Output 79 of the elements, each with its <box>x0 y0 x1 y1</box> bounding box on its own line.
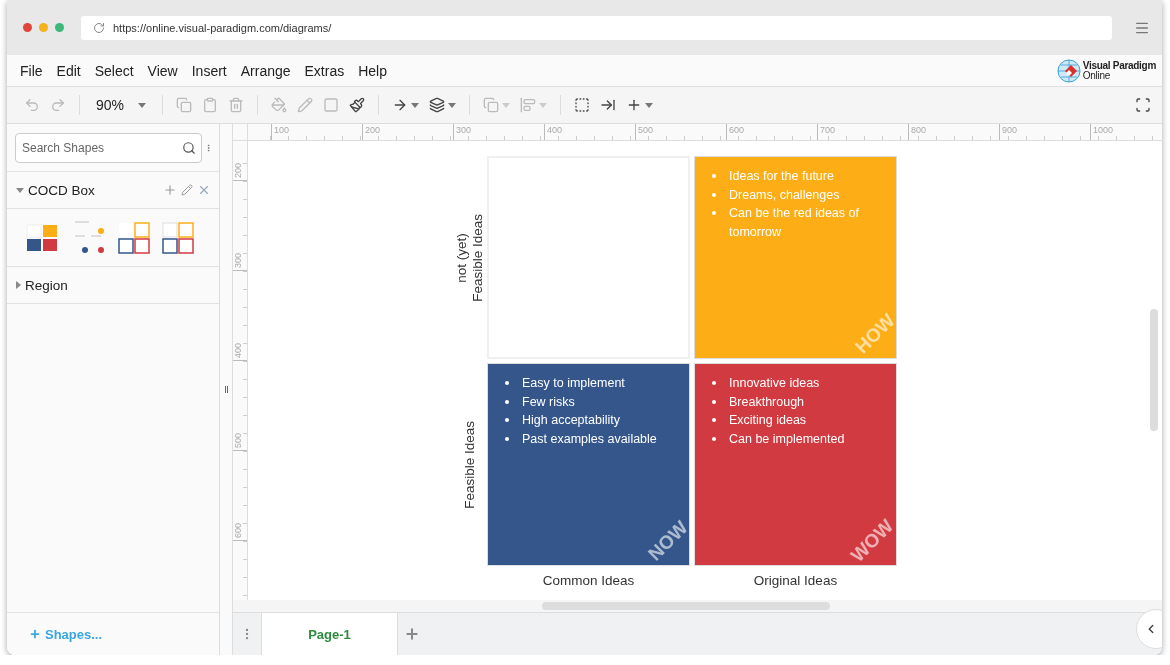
delete-icon <box>228 97 245 113</box>
ruler-number: 300 <box>456 124 472 137</box>
address-bar[interactable]: https://online.visual-paradigm.com/diagrams/ <box>81 15 1112 40</box>
fullscreen-icon <box>1135 97 1151 113</box>
vertical-scrollbar[interactable] <box>1150 309 1158 431</box>
edit-icon[interactable] <box>181 184 193 196</box>
plus-icon <box>404 626 420 642</box>
maximize-dot-icon[interactable] <box>55 23 64 32</box>
search-field[interactable]: Search Shapes <box>15 132 202 163</box>
plus-icon <box>29 628 41 640</box>
row-label: Feasible Ideas <box>462 420 478 509</box>
menu-item[interactable]: Help <box>351 62 394 79</box>
menu-item[interactable]: Edit <box>49 62 88 79</box>
menu-item[interactable]: Insert <box>184 62 234 79</box>
ruler-number: 700 <box>820 124 836 137</box>
copy-icon <box>176 97 193 113</box>
horizontal-scrollbar[interactable] <box>542 602 830 610</box>
expanded-triangle-icon[interactable] <box>16 187 24 193</box>
bullet-item: Can be implemented <box>707 429 886 448</box>
line-color-icon <box>297 97 314 113</box>
bullet-item: Breakthrough <box>707 392 886 411</box>
ruler-number: 200 <box>365 124 381 137</box>
reload-icon[interactable] <box>93 21 105 34</box>
url-text: https://online.visual-paradigm.com/diagrams/ <box>113 21 332 34</box>
close-icon[interactable] <box>197 183 211 197</box>
section-title[interactable]: COCD Box <box>28 182 159 198</box>
fill-color-icon <box>271 97 288 113</box>
zoom-dropdown[interactable]: 90% <box>90 97 153 113</box>
bullet-item: Ideas for the future <box>707 167 886 186</box>
ruler-number: 900 <box>1002 124 1018 137</box>
bullet-item: Easy to implement <box>500 374 679 393</box>
shape-thumbnail[interactable] <box>117 220 151 255</box>
menu-item[interactable]: View <box>140 62 185 79</box>
splitter-handle-icon[interactable] <box>224 386 228 393</box>
shape-thumbnail[interactable] <box>161 220 195 255</box>
shadow-icon <box>323 97 340 113</box>
shape-thumbnail[interactable] <box>25 222 59 253</box>
arrange-icon <box>483 97 500 113</box>
undo-icon <box>24 97 40 113</box>
ruler-number: 400 <box>547 124 563 137</box>
format-brush-icon <box>349 97 366 113</box>
bullet-item: Past examples available <box>500 429 679 448</box>
bullet-item: Few risks <box>500 392 679 411</box>
ruler-number: 600 <box>233 522 243 538</box>
ruler-number: 500 <box>638 124 654 137</box>
align-icon <box>520 97 537 113</box>
ruler-number: 800 <box>911 124 927 137</box>
select-all-icon <box>574 97 591 113</box>
row-label: not (yet) Feasible Ideas <box>454 213 486 302</box>
column-label: Original Ideas <box>752 572 839 590</box>
ruler-number: 300 <box>233 252 243 268</box>
bullet-item: Can be the red ideas of tomorrow <box>707 204 886 241</box>
ruler-number: 600 <box>729 124 745 137</box>
menu-item[interactable]: Arrange <box>233 62 298 79</box>
ruler-number: 1000 <box>1093 124 1114 137</box>
close-dot-icon[interactable] <box>23 23 32 32</box>
menu-item[interactable]: File <box>13 62 50 79</box>
collapsed-triangle-icon[interactable] <box>16 281 21 289</box>
minimize-dot-icon[interactable] <box>39 23 48 32</box>
bullet-item: Dreams, challenges <box>707 185 886 204</box>
add-icon[interactable] <box>163 183 177 197</box>
bullet-item: Exciting ideas <box>707 411 886 430</box>
ruler-number: 200 <box>233 162 243 178</box>
menu-item[interactable]: Extras <box>297 62 352 79</box>
ruler-number: 500 <box>233 432 243 448</box>
section-title[interactable]: Region <box>25 277 211 293</box>
menu-item[interactable]: Select <box>87 62 141 79</box>
bullet-item: High acceptability <box>500 411 679 430</box>
fit-icon <box>600 97 617 113</box>
redo-icon <box>50 97 66 113</box>
paste-icon <box>202 97 219 113</box>
logo-text: Visual Paradigm Online <box>1082 60 1156 81</box>
ruler-number: 400 <box>233 342 243 358</box>
column-label: Common Ideas <box>541 572 636 590</box>
bullet-item: Innovative ideas <box>707 374 886 393</box>
page-tab[interactable]: Page-1 <box>261 613 398 655</box>
globe-logo-icon <box>1056 58 1081 83</box>
ruler-number: 100 <box>274 124 290 137</box>
search-icon[interactable] <box>182 140 196 155</box>
